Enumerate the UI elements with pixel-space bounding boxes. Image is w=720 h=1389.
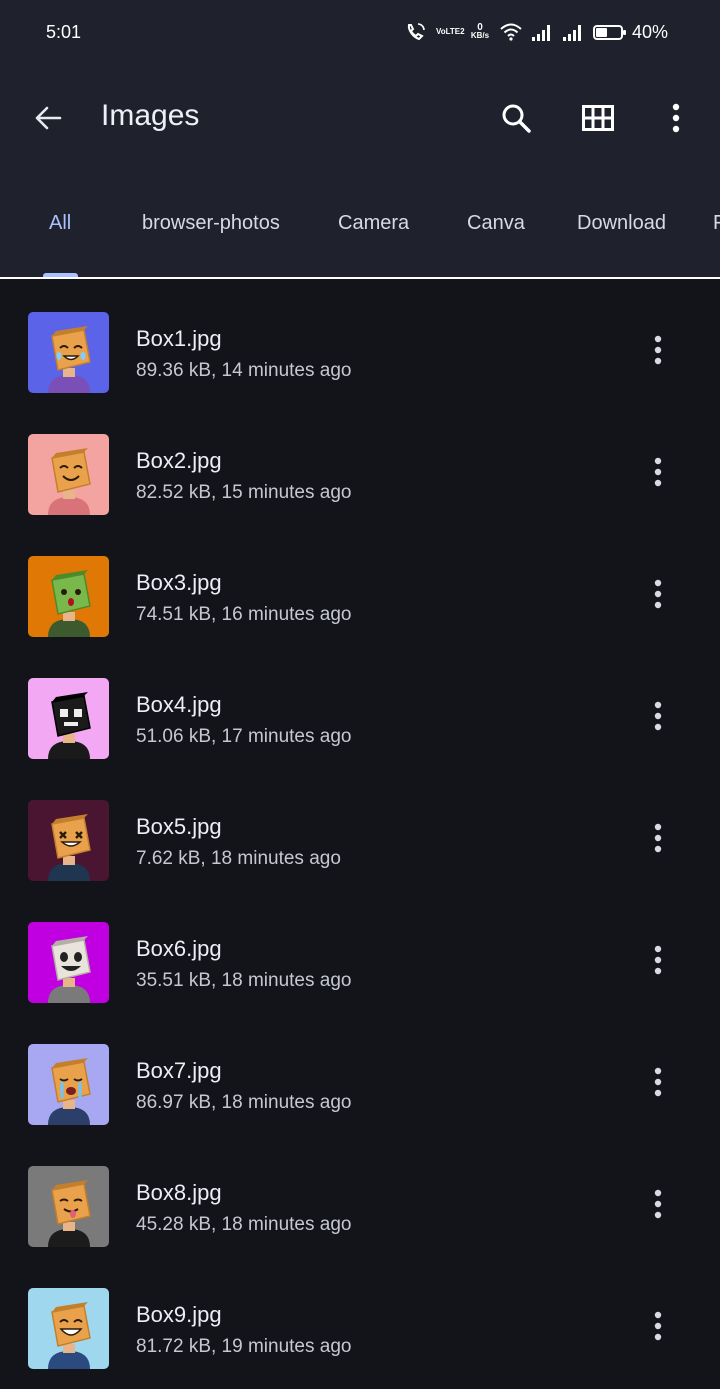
- more-vert-icon: [653, 1189, 663, 1224]
- more-vert-icon: [653, 335, 663, 370]
- list-item[interactable]: Box7.jpg 86.97 kB, 18 minutes ago: [0, 1022, 720, 1144]
- item-more-button[interactable]: [636, 1184, 680, 1228]
- volte-icon: VoLTE2: [435, 27, 465, 36]
- item-more-button[interactable]: [636, 1062, 680, 1106]
- file-list: Box1.jpg 89.36 kB, 14 minutes ago Box2.j…: [0, 290, 720, 1388]
- tab-download[interactable]: Download: [577, 212, 666, 235]
- file-name: Box5.jpg: [136, 814, 222, 839]
- more-vert-icon: [653, 579, 663, 614]
- tabs-divider: [0, 277, 720, 279]
- net-speed: 0 KB/s: [469, 23, 491, 40]
- item-more-button[interactable]: [636, 452, 680, 496]
- item-more-button[interactable]: [636, 818, 680, 862]
- tab-all[interactable]: All: [49, 212, 71, 235]
- search-button[interactable]: [494, 96, 538, 140]
- list-item[interactable]: Box4.jpg 51.06 kB, 17 minutes ago: [0, 656, 720, 778]
- more-vert-icon: [672, 103, 680, 133]
- list-item[interactable]: Box2.jpg 82.52 kB, 15 minutes ago: [0, 412, 720, 534]
- item-more-button[interactable]: [636, 574, 680, 618]
- status-icons: VoLTE2 0 KB/s 40%: [405, 18, 668, 46]
- list-item[interactable]: Box8.jpg 45.28 kB, 18 minutes ago: [0, 1144, 720, 1266]
- file-meta: 7.62 kB, 18 minutes ago: [136, 848, 341, 869]
- file-name: Box3.jpg: [136, 570, 222, 595]
- tab-browser-photos[interactable]: browser-photos: [142, 212, 280, 235]
- file-meta: 89.36 kB, 14 minutes ago: [136, 360, 352, 381]
- app-bar: Images: [0, 72, 720, 164]
- more-vert-icon: [653, 1067, 663, 1102]
- wifi-icon: [500, 23, 522, 41]
- more-options-button[interactable]: [654, 96, 698, 140]
- grid-view-icon: [582, 105, 614, 131]
- more-vert-icon: [653, 945, 663, 980]
- tab-partial[interactable]: F: [713, 212, 720, 235]
- file-name: Box8.jpg: [136, 1180, 222, 1205]
- folder-tabs: All browser-photos Camera Canva Download…: [0, 196, 720, 278]
- battery-percent: 40%: [631, 21, 668, 42]
- status-time: 5:01: [46, 22, 82, 42]
- image-thumbnail: [28, 312, 109, 393]
- list-item[interactable]: Box6.jpg 35.51 kB, 18 minutes ago: [0, 900, 720, 1022]
- file-name: Box1.jpg: [136, 326, 222, 351]
- list-item[interactable]: Box3.jpg 74.51 kB, 16 minutes ago: [0, 534, 720, 656]
- file-name: Box2.jpg: [136, 448, 222, 473]
- image-thumbnail: [28, 1166, 109, 1247]
- item-more-button[interactable]: [636, 1306, 680, 1350]
- arrow-back-icon: [35, 106, 62, 130]
- signal-icon-2: [562, 25, 581, 41]
- call-icon: [407, 23, 425, 41]
- top-app-area: 5:01 VoLTE2 0 KB/s 40% Images All browse…: [0, 0, 720, 279]
- list-item[interactable]: Box1.jpg 89.36 kB, 14 minutes ago: [0, 290, 720, 412]
- page-title: Images: [101, 99, 200, 132]
- image-thumbnail: [28, 1288, 109, 1369]
- file-meta: 51.06 kB, 17 minutes ago: [136, 726, 352, 747]
- image-thumbnail: [28, 678, 109, 759]
- list-item[interactable]: Box5.jpg 7.62 kB, 18 minutes ago: [0, 778, 720, 900]
- file-meta: 86.97 kB, 18 minutes ago: [136, 1092, 352, 1113]
- file-name: Box7.jpg: [136, 1058, 222, 1083]
- item-more-button[interactable]: [636, 940, 680, 984]
- file-meta: 74.51 kB, 16 minutes ago: [136, 604, 352, 625]
- file-name: Box4.jpg: [136, 692, 222, 717]
- file-name: Box6.jpg: [136, 936, 222, 961]
- image-thumbnail: [28, 922, 109, 1003]
- file-name: Box9.jpg: [136, 1302, 222, 1327]
- image-thumbnail: [28, 434, 109, 515]
- item-more-button[interactable]: [636, 330, 680, 374]
- back-button[interactable]: [26, 96, 70, 140]
- signal-icon-1: [531, 25, 550, 41]
- more-vert-icon: [653, 1311, 663, 1346]
- image-thumbnail: [28, 556, 109, 637]
- file-meta: 35.51 kB, 18 minutes ago: [136, 970, 352, 991]
- file-meta: 81.72 kB, 19 minutes ago: [136, 1336, 352, 1357]
- grid-view-button[interactable]: [576, 96, 620, 140]
- more-vert-icon: [653, 823, 663, 858]
- list-item[interactable]: Box9.jpg 81.72 kB, 19 minutes ago: [0, 1266, 720, 1388]
- net-speed-unit: KB/s: [470, 31, 490, 40]
- image-thumbnail: [28, 800, 109, 881]
- more-vert-icon: [653, 701, 663, 736]
- battery-icon: [592, 24, 626, 40]
- file-meta: 82.52 kB, 15 minutes ago: [136, 482, 352, 503]
- status-bar: 5:01 VoLTE2 0 KB/s 40%: [0, 0, 720, 64]
- tab-camera[interactable]: Camera: [338, 212, 409, 235]
- item-more-button[interactable]: [636, 696, 680, 740]
- file-meta: 45.28 kB, 18 minutes ago: [136, 1214, 352, 1235]
- image-thumbnail: [28, 1044, 109, 1125]
- tab-canva[interactable]: Canva: [467, 212, 525, 235]
- search-icon: [502, 104, 531, 133]
- more-vert-icon: [653, 457, 663, 492]
